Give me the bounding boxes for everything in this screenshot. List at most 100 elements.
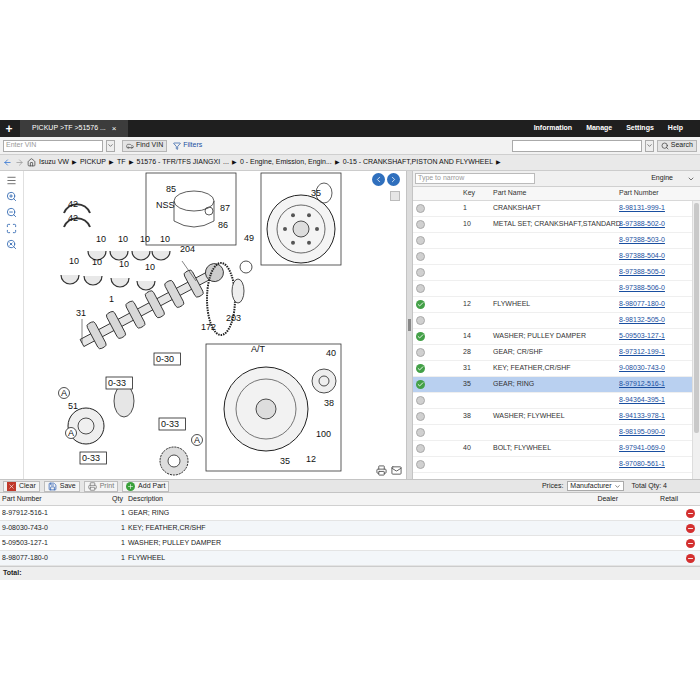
prices-select[interactable]: Manufacturer [567, 481, 623, 491]
diagram-option-box[interactable] [390, 191, 400, 201]
part-row[interactable]: 12FLYWHEEL8-98077-180-0 [413, 297, 692, 313]
diagram-callout[interactable]: 35 [280, 456, 290, 466]
part-number-link[interactable]: 8-97388-505-0 [617, 267, 692, 278]
remove-icon[interactable] [686, 509, 695, 518]
part-number-link[interactable]: 8-98195-090-0 [617, 427, 692, 438]
diagram-callout[interactable]: 204 [180, 244, 195, 254]
part-row[interactable]: 14WASHER; PULLEY DAMPER5-09503-127-1 [413, 329, 692, 345]
diagram-callout[interactable]: 203 [226, 313, 241, 323]
home-icon[interactable] [27, 158, 36, 167]
print-icon[interactable] [376, 465, 387, 476]
part-number-link[interactable]: 5-09503-127-1 [617, 331, 692, 342]
diagram-callout[interactable]: 42 [68, 199, 78, 209]
list-row[interactable]: 8-97912-516-11GEAR; RING [0, 506, 700, 521]
breadcrumb-item[interactable]: TF [117, 157, 126, 168]
list-row[interactable]: 8-98077-180-01FLYWHEEL [0, 551, 700, 566]
part-number-link[interactable]: 8-97388-506-0 [617, 283, 692, 294]
part-number-link[interactable]: 8-97388-503-0 [617, 235, 692, 246]
column-header[interactable]: Key [463, 188, 493, 199]
part-row[interactable]: 38WASHER; FLYWHEEL8-94133-978-1 [413, 409, 692, 425]
breadcrumb-item[interactable]: PICKUP [80, 157, 106, 168]
column-header[interactable]: Part Name [493, 188, 617, 199]
diagram-callout[interactable]: 40 [326, 348, 336, 358]
diagram-callout[interactable]: 86 [218, 220, 228, 230]
vin-dropdown-button[interactable] [106, 140, 115, 152]
diagram-callout[interactable]: A [66, 428, 77, 439]
part-number-link[interactable]: 8-97388-502-0 [617, 219, 692, 230]
diagram-callout[interactable]: 10 [69, 256, 79, 266]
part-row[interactable]: 8-97388-506-0 [413, 281, 692, 297]
clear-button[interactable]: Clear [3, 481, 40, 492]
part-row[interactable]: 40BOLT; FLYWHEEL8-97941-069-0 [413, 441, 692, 457]
menu-item[interactable]: Information [527, 123, 580, 134]
part-row[interactable]: 35GEAR; RING8-97912-516-1 [413, 377, 692, 393]
part-number-link[interactable]: 8-98131-999-1 [617, 203, 692, 214]
diagram-callout[interactable]: A [192, 435, 203, 446]
diagram-callout[interactable]: 0-30 [154, 353, 180, 365]
diagram-callout[interactable]: 85 [166, 184, 176, 194]
narrow-field[interactable]: Type to narrow [415, 173, 535, 184]
part-row[interactable]: 8-98195-090-0 [413, 425, 692, 441]
part-row[interactable]: 8-97388-503-0 [413, 233, 692, 249]
diagram-callout[interactable]: 12 [306, 454, 316, 464]
breadcrumb-item[interactable]: 0 - Engine, Emission, Engin... [240, 157, 332, 168]
part-row[interactable]: 28GEAR; CR/SHF8-97312-199-1 [413, 345, 692, 361]
find-vin-button[interactable]: Find VIN [122, 140, 167, 152]
menu-item[interactable]: Settings [619, 123, 661, 134]
diagram-callout[interactable]: 10 [118, 234, 128, 244]
part-row[interactable]: 31KEY; FEATHER,CR/SHF9-08030-743-0 [413, 361, 692, 377]
breadcrumb-item[interactable]: ... [223, 157, 229, 168]
diagram-callout[interactable]: 87 [220, 203, 230, 213]
part-row[interactable]: 8-97080-561-1 [413, 457, 692, 473]
remove-icon[interactable] [686, 539, 695, 548]
scrollbar[interactable] [692, 201, 700, 479]
diagram-callout[interactable]: 10 [140, 234, 150, 244]
diagram-callout[interactable]: 0-33 [106, 377, 132, 389]
column-header[interactable]: Part Number [617, 188, 692, 199]
part-row[interactable]: 1CRANKSHAFT8-98131-999-1 [413, 201, 692, 217]
part-row[interactable]: 10METAL SET; CRANKSHAFT,STANDARD8-97388-… [413, 217, 692, 233]
part-number-link[interactable]: 8-98077-180-0 [617, 299, 692, 310]
menu-item[interactable]: Help [661, 123, 690, 134]
diagram-callout[interactable]: 51 [68, 401, 78, 411]
forward-arrow-icon[interactable] [15, 158, 24, 167]
list-column-header[interactable]: Description [128, 494, 552, 505]
fit-icon[interactable] [6, 223, 17, 234]
diagram-callout[interactable]: 10 [92, 257, 102, 267]
diagram-callout[interactable]: A [59, 388, 70, 399]
mail-icon[interactable] [391, 465, 402, 476]
tab-close-button[interactable]: × [112, 125, 117, 133]
diagram-callout[interactable]: 0-33 [80, 452, 106, 464]
part-row[interactable]: 8-94364-395-1 [413, 393, 692, 409]
diagram-callout[interactable]: 172 [201, 322, 216, 332]
diagram-callout[interactable]: 1 [109, 294, 114, 304]
list-column-header[interactable]: Dealer [552, 494, 622, 505]
part-row[interactable]: 8-97388-504-0 [413, 249, 692, 265]
part-row[interactable]: 8-98132-505-0 [413, 313, 692, 329]
breadcrumb-item[interactable]: Isuzu VW [39, 157, 69, 168]
part-number-link[interactable]: 8-97941-069-0 [617, 443, 692, 454]
part-number-link[interactable]: 8-94364-395-1 [617, 395, 692, 406]
part-number-link[interactable]: 9-08030-743-0 [617, 363, 692, 374]
new-tab-button[interactable]: + [0, 120, 18, 137]
diagram-callout[interactable]: 10 [119, 259, 129, 269]
tab[interactable]: PICKUP >TF >51576 ...× [20, 120, 128, 137]
previous-diagram-button[interactable] [372, 173, 385, 186]
zoom-out-icon[interactable] [6, 207, 17, 218]
group-dropdown[interactable]: Engine [651, 173, 698, 184]
zoom-in-icon[interactable] [6, 191, 17, 202]
remove-icon[interactable] [686, 524, 695, 533]
list-column-header[interactable]: Qty [112, 494, 128, 505]
diagram-callout[interactable]: A/T [251, 344, 266, 354]
breadcrumb-item[interactable]: 0-15 - CRANKSHAFT,PISTON AND FLYWHEEL [343, 157, 493, 168]
list-column-header[interactable]: Part Number [2, 494, 112, 505]
add-button[interactable]: Add Part [122, 481, 169, 492]
search-button[interactable]: Search [657, 140, 697, 152]
vin-field[interactable]: Enter VIN [3, 140, 103, 152]
part-number-link[interactable]: 8-97388-504-0 [617, 251, 692, 262]
back-arrow-icon[interactable] [3, 158, 12, 167]
part-number-link[interactable]: 8-97080-561-1 [617, 459, 692, 470]
list-column-header[interactable]: Retail [622, 494, 682, 505]
diagram-callout[interactable]: 10 [160, 234, 170, 244]
save-button[interactable]: Save [44, 481, 80, 492]
